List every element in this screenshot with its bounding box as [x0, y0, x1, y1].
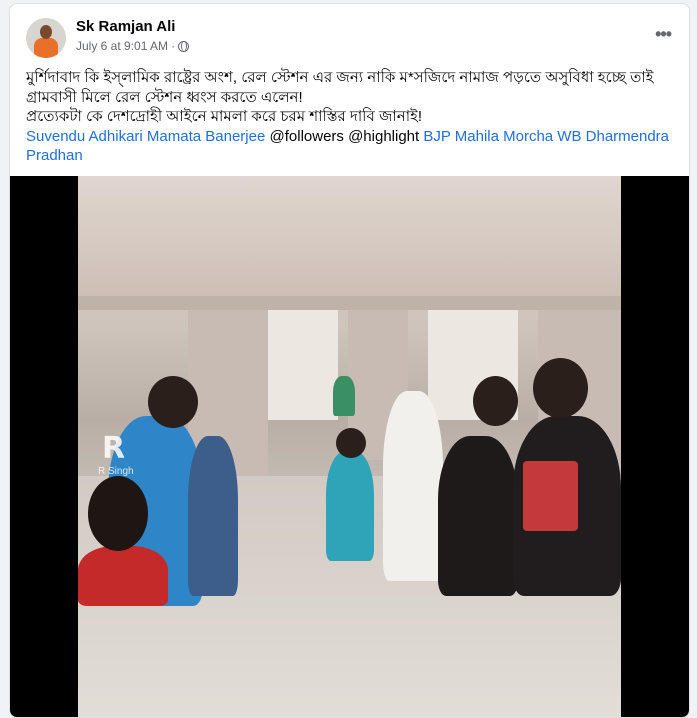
crowd-person: [438, 436, 518, 596]
crowd-person-head: [336, 428, 366, 458]
crowd-person-head: [148, 376, 198, 428]
post-timestamp[interactable]: July 6 at 9:01 AM: [76, 39, 168, 53]
post-header: Sk Ramjan Ali July 6 at 9:01 AM · •••: [10, 4, 689, 64]
globe-icon: [178, 40, 190, 52]
post-meta: July 6 at 9:01 AM ·: [76, 39, 190, 53]
meta-separator: ·: [171, 39, 176, 53]
crowd-person-head: [473, 376, 518, 426]
post-card: Sk Ramjan Ali July 6 at 9:01 AM · ••• মু…: [9, 3, 690, 718]
station-beam: [78, 296, 621, 310]
crowd-person: [383, 391, 443, 581]
more-options-icon[interactable]: •••: [655, 24, 672, 45]
tag-link[interactable]: BJP Mahila Morcha WB: [423, 128, 581, 145]
crowd-person: [78, 546, 168, 606]
background-opening: [268, 310, 338, 420]
shirt-stripe: [523, 461, 578, 531]
station-roof: [78, 176, 621, 296]
video-player[interactable]: R R Singh: [10, 176, 689, 717]
tag-link[interactable]: Mamata Banerjee: [147, 128, 265, 145]
channel-logo-sub: R Singh: [98, 466, 134, 477]
post-text-line: মুর্শিদাবাদ কি ইস্‌লামিক রাষ্ট্রের অংশ, …: [26, 69, 654, 106]
avatar-head: [40, 25, 52, 39]
crowd-person-head: [533, 358, 588, 418]
tag-mentions: @followers @highlight: [269, 127, 420, 145]
channel-logo: R: [102, 431, 126, 466]
avatar[interactable]: [26, 18, 66, 58]
crowd-person: [333, 376, 355, 416]
tag-link[interactable]: Suvendu Adhikari: [26, 128, 143, 145]
post-text-line: প্রত্যেকটা কে দেশদ্রোহী আইনে মামলা করে চ…: [26, 108, 423, 125]
author-name[interactable]: Sk Ramjan Ali: [76, 18, 175, 35]
crowd-person: [188, 436, 238, 596]
crowd-person: [326, 451, 374, 561]
post-text: মুর্শিদাবাদ কি ইস্‌লামিক রাষ্ট্রের অংশ, …: [26, 68, 676, 166]
post-tags: Suvendu Adhikari Mamata Banerjee @follow…: [26, 127, 676, 166]
crowd-person-head: [88, 476, 148, 551]
avatar-shirt: [34, 38, 58, 58]
video-frame[interactable]: R R Singh: [78, 176, 621, 717]
